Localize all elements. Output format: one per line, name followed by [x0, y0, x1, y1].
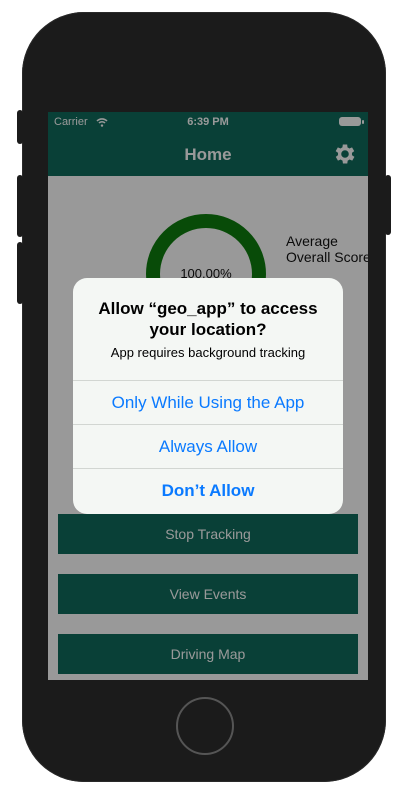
- alert-title: Allow “geo_app” to access your location?: [98, 299, 318, 339]
- volume-down-button: [17, 242, 23, 304]
- dont-allow-button[interactable]: Don’t Allow: [73, 468, 343, 513]
- power-button: [385, 175, 391, 235]
- always-allow-button[interactable]: Always Allow: [73, 424, 343, 469]
- home-button[interactable]: [176, 697, 234, 755]
- mute-switch: [17, 110, 23, 144]
- location-permission-alert: Allow “geo_app” to access your location?…: [73, 278, 343, 514]
- alert-message: App requires background tracking: [110, 345, 306, 360]
- volume-up-button: [17, 175, 23, 237]
- allow-while-using-button[interactable]: Only While Using the App: [73, 380, 343, 425]
- app-screen: Carrier 6:39 PM Home 100.00% Average Ove…: [48, 112, 368, 680]
